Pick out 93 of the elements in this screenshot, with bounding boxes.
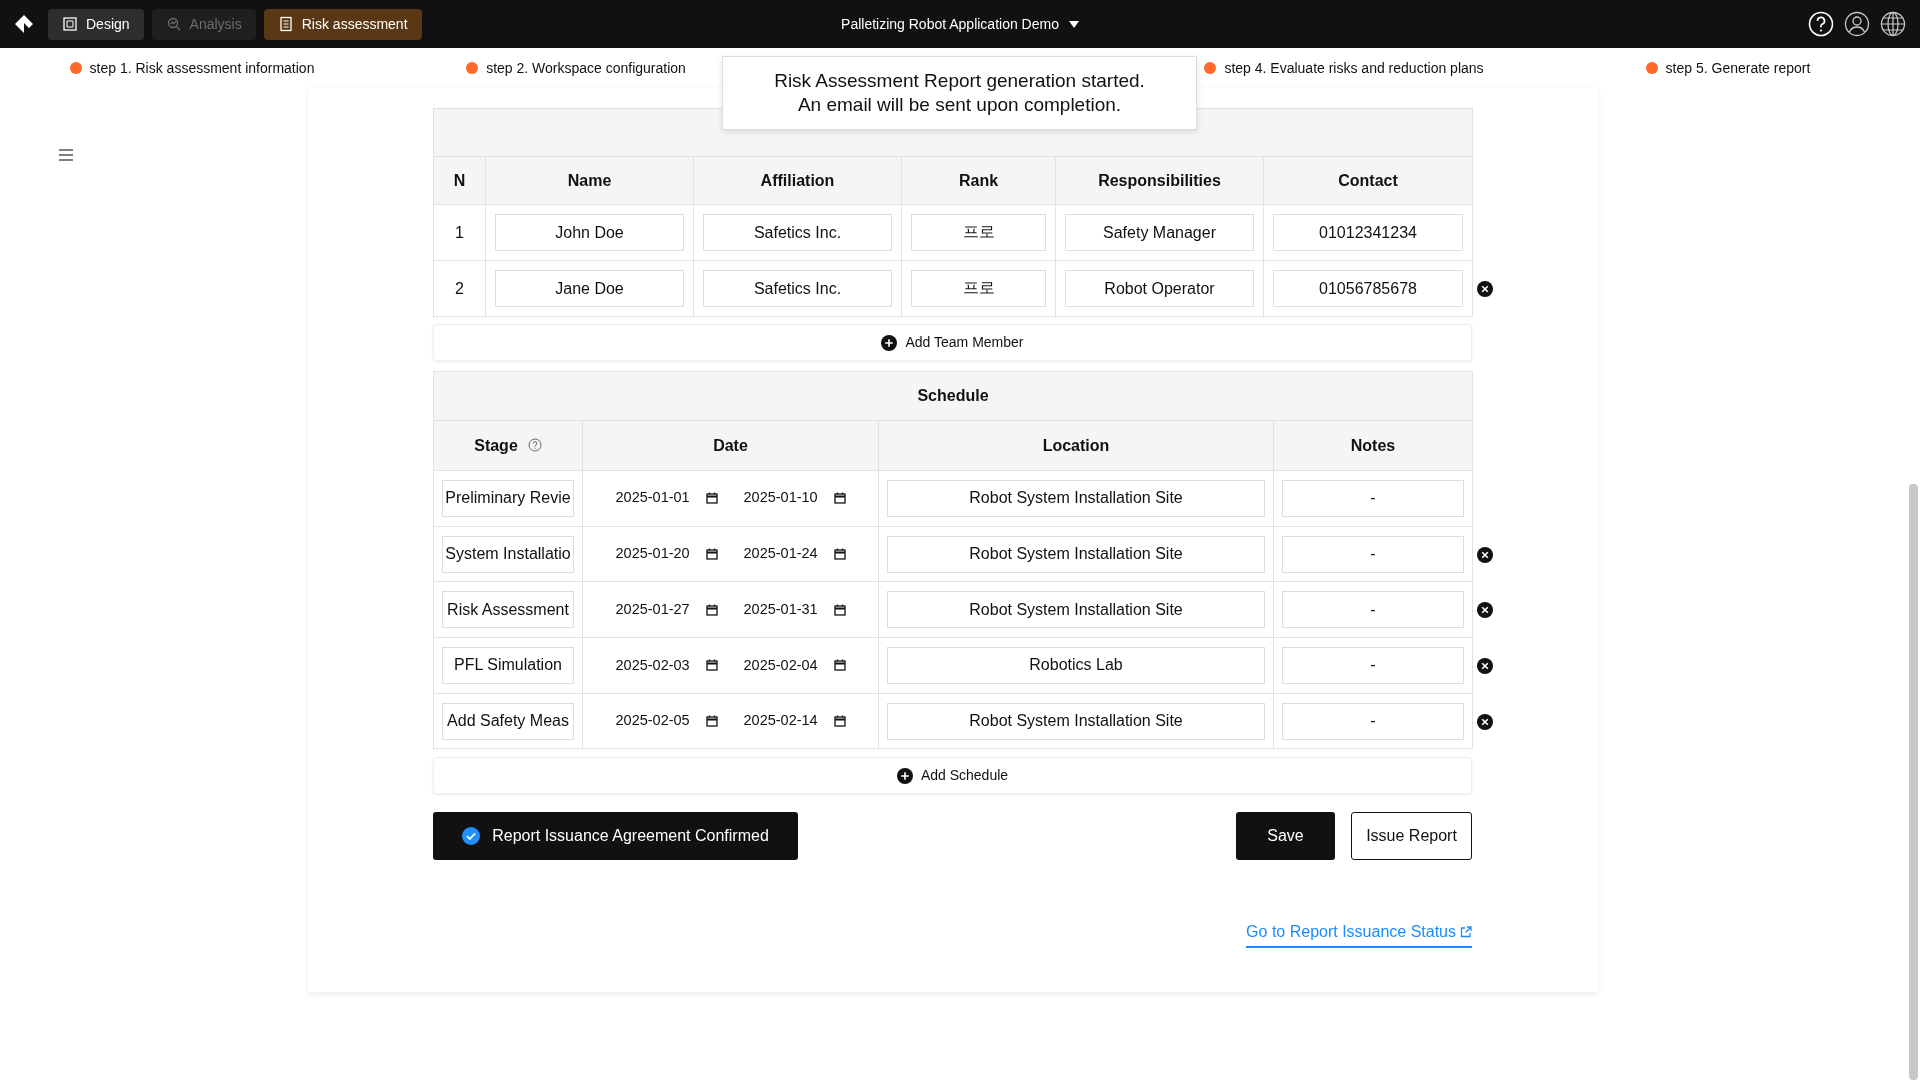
external-link-icon	[1460, 926, 1472, 939]
remove-icon[interactable]	[1477, 658, 1493, 675]
location-field[interactable]: Robot System Installation Site	[887, 702, 1265, 740]
notes-field[interactable]: -	[1282, 646, 1464, 684]
notes-field[interactable]: -	[1282, 479, 1464, 517]
step-dot	[466, 62, 479, 74]
date-field[interactable]: 2025-02-03	[615, 654, 706, 677]
column-header: N	[433, 156, 486, 205]
calendar-icon[interactable]	[833, 603, 846, 616]
add-schedule-button[interactable]: Add Schedule	[433, 757, 1472, 795]
step-label[interactable]: step 5. Generate report	[1665, 57, 1811, 79]
location-field[interactable]: Robot System Installation Site	[887, 479, 1265, 517]
date-field[interactable]: 2025-02-14	[743, 710, 834, 732]
calendar-icon[interactable]	[705, 548, 718, 561]
remove-icon[interactable]	[1477, 602, 1493, 619]
date-field[interactable]: 2025-01-24	[743, 543, 834, 565]
plus-icon	[896, 767, 913, 784]
table-title: Schedule	[433, 371, 1473, 421]
affiliation-field[interactable]: Safetics Inc.	[703, 270, 892, 307]
contact-field[interactable]: 01012341234	[1273, 214, 1463, 251]
location-field[interactable]: Robot System Installation Site	[887, 535, 1265, 573]
stage-field[interactable]: PFL Simulation	[442, 646, 574, 684]
stage-field[interactable]: Preliminary Revie	[442, 479, 574, 517]
remove-icon[interactable]	[1477, 546, 1493, 563]
agreement-button[interactable]: Report Issuance Agreement Confirmed	[433, 812, 798, 861]
menu-icon[interactable]	[58, 147, 74, 162]
column-header: Name	[485, 156, 694, 205]
column-header: Date	[713, 436, 748, 454]
name-field[interactable]: John Doe	[495, 214, 684, 251]
name-field[interactable]: Jane Doe	[495, 270, 684, 307]
calendar-icon[interactable]	[833, 492, 846, 505]
logo-icon[interactable]	[14, 14, 34, 34]
row-number: 2	[433, 260, 486, 317]
date-field[interactable]: 2025-01-31	[743, 598, 834, 621]
step-dot	[1204, 62, 1217, 74]
step-label[interactable]: step 1. Risk assessment information	[89, 57, 315, 79]
location-field[interactable]: Robot System Installation Site	[887, 591, 1265, 629]
date-field[interactable]: 2025-01-20	[615, 543, 706, 565]
column-header: Responsibilities	[1055, 156, 1264, 205]
date-field[interactable]: 2025-01-10	[743, 487, 834, 510]
user-icon[interactable]	[1844, 11, 1870, 37]
column-header: Rank	[901, 156, 1056, 205]
remove-icon[interactable]	[1477, 713, 1493, 730]
date-field[interactable]: 2025-02-05	[615, 710, 706, 732]
add-member-button[interactable]: Add Team Member	[433, 324, 1472, 361]
calendar-icon[interactable]	[705, 492, 718, 505]
project-dropdown[interactable]: Palletizing Robot Application Demo	[841, 13, 1079, 35]
stage-field[interactable]: Add Safety Meas	[442, 702, 574, 740]
responsibilities-field[interactable]: Safety Manager	[1065, 214, 1254, 251]
row-number: 1	[433, 204, 486, 261]
nav-tab[interactable]: Risk assessment	[263, 8, 422, 40]
remove-icon[interactable]	[1477, 281, 1493, 298]
contact-field[interactable]: 01056785678	[1273, 270, 1463, 307]
toast-text: An email will be sent upon completion.	[797, 93, 1122, 117]
date-field[interactable]: 2025-01-01	[615, 487, 706, 510]
column-header: Contact	[1263, 156, 1473, 205]
calendar-icon[interactable]	[833, 715, 846, 728]
toast-text: Risk Assessment Report generation started.	[774, 69, 1145, 93]
notes-field[interactable]: -	[1282, 591, 1464, 629]
calendar-icon[interactable]	[705, 715, 718, 728]
scrollbar[interactable]	[1909, 484, 1918, 1080]
save-button[interactable]: Save	[1236, 812, 1335, 861]
stage-field[interactable]: System Installatio	[442, 535, 574, 573]
calendar-icon[interactable]	[705, 603, 718, 616]
step-label[interactable]: step 4. Evaluate risks and reduction plans	[1224, 57, 1484, 79]
step-dot	[1645, 62, 1658, 74]
caret-icon	[1068, 20, 1079, 28]
location-field[interactable]: Robotics Lab	[887, 646, 1265, 684]
calendar-icon[interactable]	[833, 659, 846, 672]
column-header: Affiliation	[693, 156, 902, 205]
plus-icon	[881, 334, 898, 351]
issue-report-button[interactable]: Issue Report	[1351, 812, 1472, 861]
rank-field[interactable]: 프로	[911, 270, 1046, 307]
calendar-icon[interactable]	[833, 548, 846, 561]
responsibilities-field[interactable]: Robot Operator	[1065, 270, 1254, 307]
stage-field[interactable]: Risk Assessment	[442, 591, 574, 629]
nav-tab[interactable]: Design	[48, 8, 144, 40]
calendar-icon[interactable]	[705, 659, 718, 672]
column-header: Stage	[474, 436, 518, 454]
date-field[interactable]: 2025-02-04	[743, 654, 834, 677]
step-label[interactable]: step 2. Workspace configuration	[486, 57, 686, 79]
date-field[interactable]: 2025-01-27	[615, 598, 706, 621]
frame-icon	[62, 16, 78, 32]
notes-field[interactable]: -	[1282, 535, 1464, 573]
rank-field[interactable]: 프로	[911, 214, 1046, 251]
globe-icon[interactable]	[1880, 11, 1906, 37]
notes-field[interactable]: -	[1282, 702, 1464, 740]
chart-search-icon	[165, 16, 182, 32]
affiliation-field[interactable]: Safetics Inc.	[703, 214, 892, 251]
clipboard-icon	[277, 16, 294, 32]
column-header: Notes	[1350, 436, 1396, 454]
column-header: Location	[1042, 436, 1110, 454]
step-dot	[69, 62, 82, 74]
